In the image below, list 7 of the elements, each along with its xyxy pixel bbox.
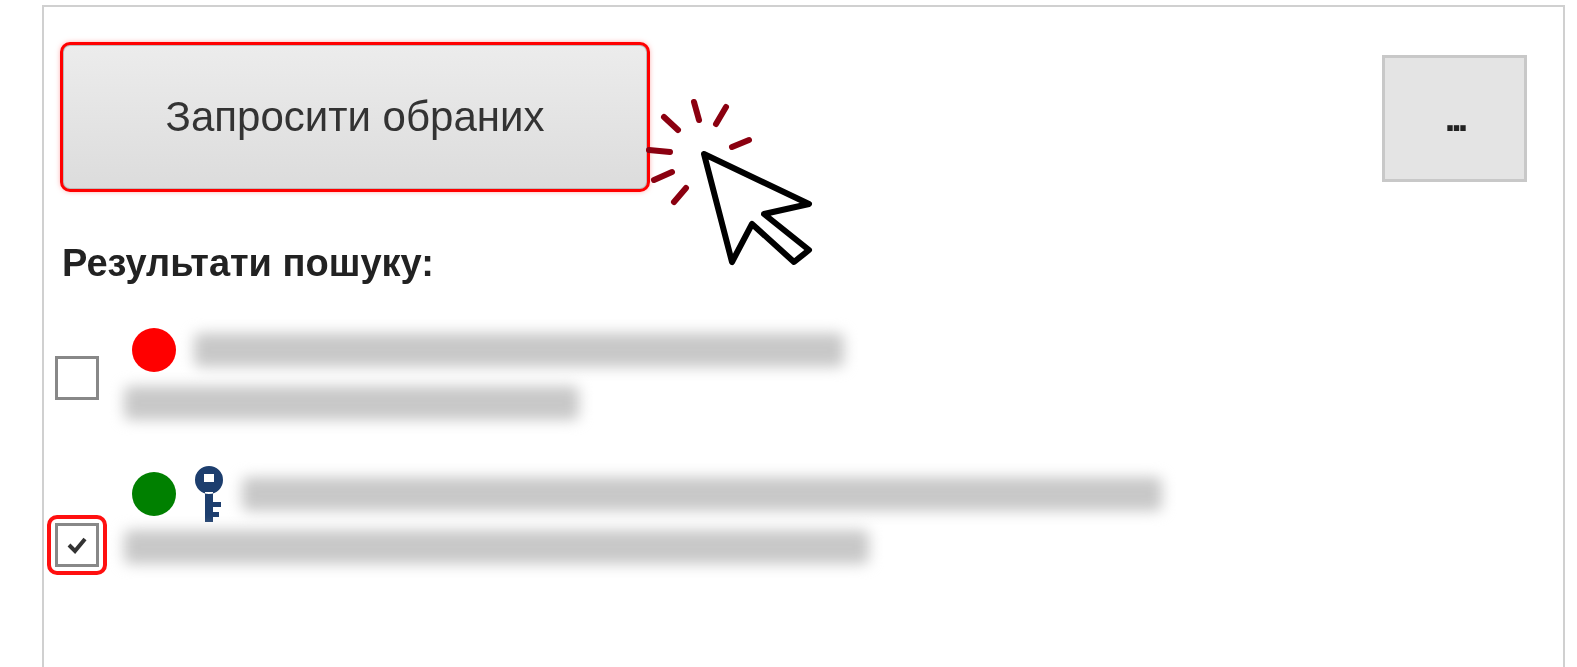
results-heading: Результати пошуку: — [62, 242, 435, 285]
checkmark-icon — [66, 536, 88, 554]
checkbox[interactable] — [55, 523, 99, 567]
request-button[interactable]: Запросити обраних — [62, 44, 648, 190]
checkbox[interactable] — [55, 356, 99, 400]
key-icon — [194, 466, 224, 522]
more-button[interactable]: ... — [1382, 55, 1527, 182]
